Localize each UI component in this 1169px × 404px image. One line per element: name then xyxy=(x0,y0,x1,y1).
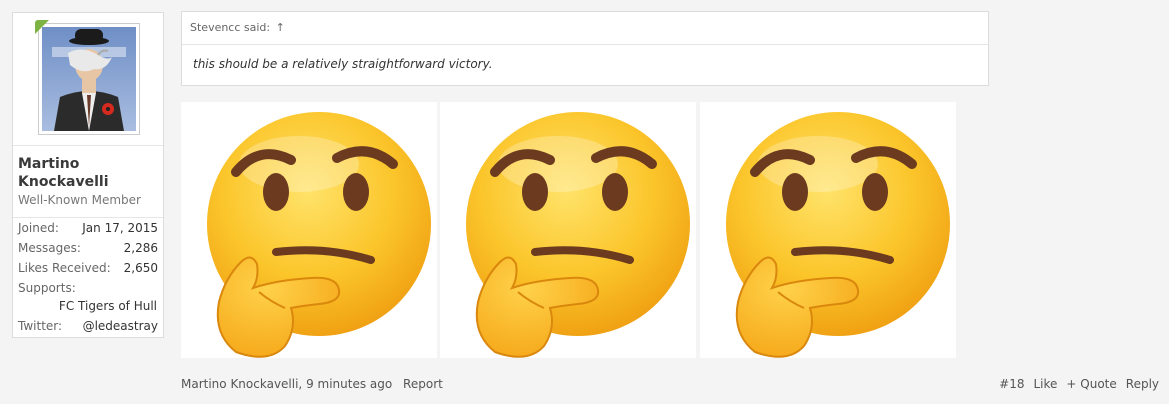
stat-label: Likes Received: xyxy=(18,261,111,275)
stat-likes-received: Likes Received: 2,650 xyxy=(18,261,158,275)
user-card: Martino Knockavelli Well-Known Member Jo… xyxy=(12,12,164,338)
reply-button[interactable]: Reply xyxy=(1126,377,1159,391)
stat-messages: Messages: 2,286 xyxy=(18,241,158,255)
report-link[interactable]: Report xyxy=(403,377,443,391)
jump-to-quote-icon[interactable]: ↑ xyxy=(276,21,285,34)
like-button[interactable]: Like xyxy=(1033,377,1057,391)
quote-block: Stevencc said: ↑ this should be a relati… xyxy=(181,11,989,86)
online-corner-badge xyxy=(35,20,49,34)
avatar xyxy=(42,27,136,131)
post-permalink[interactable]: #18 xyxy=(999,377,1024,391)
thinking-face-emoji-icon xyxy=(700,102,956,358)
thinking-face-emoji-icon xyxy=(181,102,437,358)
stat-value: Jan 17, 2015 xyxy=(82,221,158,235)
post-author-time[interactable]: Martino Knockavelli, 9 minutes ago xyxy=(181,377,392,391)
stat-twitter: Twitter: @ledeastray xyxy=(18,319,158,333)
thinking-face-image[interactable] xyxy=(700,102,956,358)
thinking-face-emoji-icon xyxy=(440,102,696,358)
quote-attribution: Stevencc said: xyxy=(190,21,271,34)
stat-label: Messages: xyxy=(18,241,81,255)
twitter-handle[interactable]: @ledeastray xyxy=(83,319,158,333)
thinking-face-image[interactable] xyxy=(440,102,696,358)
stat-label: Joined: xyxy=(18,221,59,235)
stat-supports: Supports: xyxy=(18,281,158,295)
thinking-face-image[interactable] xyxy=(181,102,437,358)
username[interactable]: Martino Knockavelli xyxy=(18,155,158,191)
stat-value[interactable]: 2,286 xyxy=(124,241,158,255)
quote-text: this should be a relatively straightforw… xyxy=(193,57,493,71)
supports-value: FC Tigers of Hull xyxy=(58,299,157,313)
stat-value: 2,650 xyxy=(123,261,158,275)
stat-label: Supports: xyxy=(18,281,76,295)
quote-header: Stevencc said: ↑ xyxy=(182,12,988,45)
quote-button[interactable]: + Quote xyxy=(1066,377,1116,391)
avatar-link[interactable] xyxy=(35,20,140,135)
user-title: Well-Known Member xyxy=(18,193,141,207)
stat-label: Twitter: xyxy=(18,319,63,333)
stat-joined: Joined: Jan 17, 2015 xyxy=(18,221,158,235)
